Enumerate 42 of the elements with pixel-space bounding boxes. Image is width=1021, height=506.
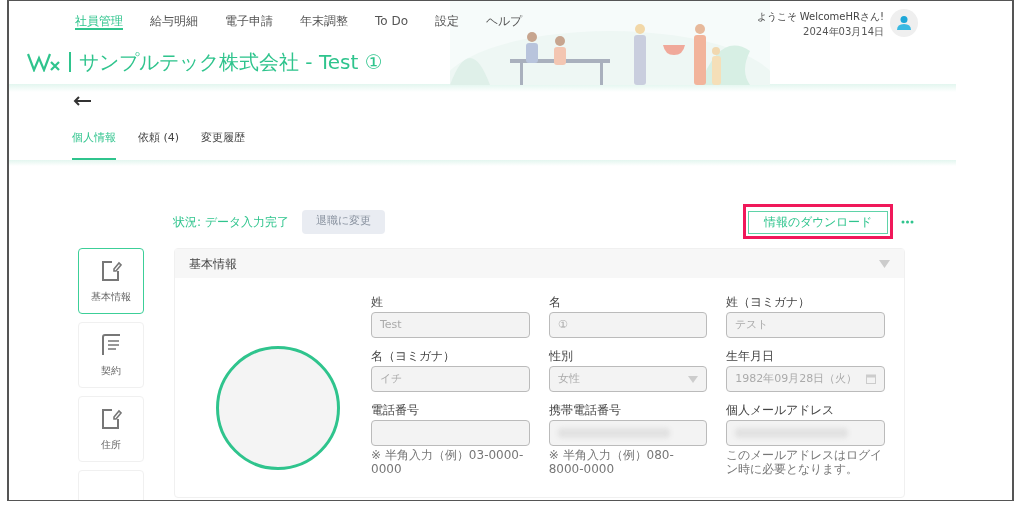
tab[interactable]: 変更履歴 <box>201 128 246 160</box>
field-label: 電話番号 <box>371 402 420 419</box>
welcome-text: ようこそ WelcomeHRさん! <box>756 10 884 24</box>
caret-icon <box>688 375 699 383</box>
user-icon <box>896 15 912 31</box>
text-field[interactable] <box>726 420 885 446</box>
nav-link[interactable]: 電子申請 <box>225 12 273 30</box>
nav-link[interactable]: 年末調整 <box>300 12 348 30</box>
sidebar-item[interactable]: 契約 <box>78 322 144 388</box>
more-icon[interactable] <box>901 219 914 224</box>
field-label: 姓（ヨミガナ） <box>726 294 812 311</box>
sidebar-item[interactable]: 住所 <box>78 396 144 462</box>
avatar[interactable] <box>890 9 918 37</box>
sidebar-item[interactable]: 基本情報 <box>78 248 144 314</box>
field-hint: ※ 半角入力（例）080-8000-0000 <box>548 448 675 476</box>
document-list-icon <box>100 332 122 357</box>
nav-link[interactable]: 給与明細 <box>150 12 198 30</box>
text-field[interactable] <box>548 420 708 446</box>
text-field[interactable] <box>371 420 530 446</box>
back-arrow-icon[interactable] <box>73 96 91 106</box>
section-header[interactable]: 基本情報 <box>175 249 904 278</box>
field-label: 姓 <box>371 294 384 311</box>
company-title: サンプルテック株式会社 - Test ① <box>79 48 383 76</box>
status-text: 状況: データ入力完了 <box>173 213 289 231</box>
field-hint: このメールアドレスはログイン時に必要となります。 <box>726 448 884 476</box>
logo-icon <box>27 51 61 72</box>
calendar-icon <box>866 374 876 384</box>
field-label: 生年月日 <box>726 348 776 365</box>
field-label: 携帯電話番号 <box>548 402 622 419</box>
edit-note-icon <box>100 406 122 431</box>
field-label: 性別 <box>548 348 574 365</box>
field-label: 個人メールアドレス <box>726 402 836 419</box>
field-label: 名（ヨミガナ） <box>371 348 456 365</box>
nav-link[interactable]: 設定 <box>435 12 460 30</box>
field-hint: ※ 半角入力（例）03-0000-0000 <box>371 448 525 476</box>
edit-note-icon <box>100 258 122 283</box>
nav-link[interactable]: ヘルプ <box>486 12 523 30</box>
date-text: 2024年03月14日 <box>803 25 884 39</box>
field-label: 名 <box>548 294 562 311</box>
sidebar-card[interactable] <box>78 470 144 500</box>
nav-link[interactable]: To Do <box>375 12 409 30</box>
tab[interactable]: 依頼 (4) <box>138 128 180 160</box>
